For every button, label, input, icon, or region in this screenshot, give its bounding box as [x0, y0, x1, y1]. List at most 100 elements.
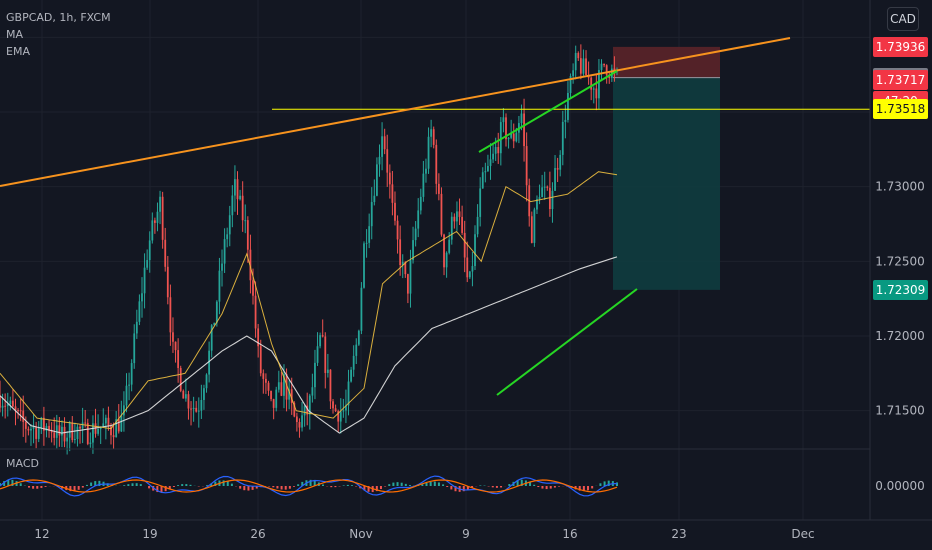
candle-body	[417, 210, 420, 229]
macd-histogram-bar	[90, 482, 93, 486]
macd-line	[0, 475, 618, 497]
channel-lower-line[interactable]	[496, 288, 638, 396]
candle-body	[195, 407, 198, 412]
legend-ema[interactable]: EMA	[6, 43, 111, 60]
legend-symbol[interactable]: GBPCAD, 1h, FXCM	[6, 9, 111, 26]
macd-histogram-bar	[491, 486, 494, 488]
currency-button[interactable]: CAD	[887, 7, 919, 31]
macd-histogram-bar	[131, 483, 134, 486]
candle-body	[254, 295, 257, 329]
macd-histogram-bar	[293, 486, 296, 487]
indicator-lines	[0, 171, 618, 434]
candle-body	[456, 211, 458, 222]
candle-body	[445, 252, 448, 268]
candle-body	[468, 271, 471, 278]
candle-body	[197, 410, 200, 412]
candle-body	[332, 401, 334, 409]
candle-body	[430, 129, 433, 137]
macd-histogram-bar	[247, 486, 250, 491]
candle-body	[592, 88, 595, 90]
candle-body	[190, 408, 192, 410]
candle-body	[128, 384, 130, 386]
macd-histogram-bar	[226, 481, 229, 486]
candle-body	[590, 77, 593, 90]
candle-body	[179, 368, 182, 391]
candle-body	[326, 369, 329, 373]
candle-body	[603, 63, 605, 66]
candle-body	[265, 378, 267, 383]
macd-histogram-bar	[549, 486, 552, 489]
candle-body	[311, 387, 314, 396]
candle-body	[422, 173, 425, 197]
candle-body	[298, 422, 301, 428]
candle-body	[61, 426, 63, 436]
legend-ma[interactable]: MA	[6, 26, 111, 43]
candle-body	[79, 426, 81, 429]
price-tick-label: 1.71500	[875, 404, 925, 418]
macd-histogram-bar	[32, 486, 35, 489]
candle-body	[221, 263, 223, 271]
macd-histogram-bar	[40, 486, 43, 488]
candle-body	[104, 417, 107, 424]
macd-histogram-bar	[123, 485, 126, 486]
macd-histogram-bar	[85, 484, 88, 486]
candle-body	[585, 58, 587, 75]
candle-body	[215, 301, 218, 323]
candle-body	[582, 58, 585, 74]
candle-body	[556, 168, 559, 170]
candle-body	[383, 136, 386, 150]
candle-body	[365, 242, 368, 244]
macd-histogram-bar	[587, 486, 590, 491]
macd-histogram-bar	[284, 486, 287, 490]
candle-body	[406, 274, 409, 294]
candle-body	[66, 437, 69, 442]
stop-loss-zone[interactable]	[613, 46, 720, 78]
candle-body	[448, 239, 451, 253]
candle-body	[543, 186, 546, 188]
macd-histogram-bar	[127, 484, 130, 486]
candle-body	[388, 172, 391, 185]
macd-legend[interactable]: MACD	[6, 457, 39, 470]
candle-body	[146, 260, 149, 268]
macd-histogram-bar	[396, 482, 399, 486]
macd-histogram-bar	[437, 482, 440, 486]
candle-body	[523, 113, 525, 147]
macd-histogram-bar	[541, 486, 544, 489]
candle-body	[303, 405, 306, 416]
candle-body	[135, 321, 138, 334]
candles	[0, 44, 618, 455]
chart-legend: GBPCAD, 1h, FXCM MA EMA	[6, 9, 111, 60]
candle-body	[499, 122, 502, 154]
candle-body	[301, 415, 303, 428]
macd-histogram-bar	[222, 480, 225, 486]
macd-histogram-bar	[537, 486, 540, 488]
macd-histogram-bar	[404, 483, 407, 486]
candle-body	[148, 240, 151, 261]
candle-body	[605, 65, 608, 76]
macd-histogram-bar	[479, 485, 482, 486]
candle-body	[177, 350, 180, 369]
candle-body	[453, 216, 456, 222]
candle-body	[316, 346, 319, 363]
drawings[interactable]	[0, 37, 870, 396]
candle-body	[370, 202, 373, 227]
macd-histogram-bar	[321, 484, 324, 486]
candle-body	[394, 202, 396, 221]
candle-body	[27, 428, 30, 431]
macd-histogram-bar	[44, 486, 47, 487]
candle-body	[497, 147, 500, 154]
candle-body	[218, 270, 221, 302]
candle-body	[156, 211, 159, 223]
candle-body	[507, 137, 510, 140]
candle-body	[223, 239, 226, 264]
macd-histogram-bar	[425, 482, 428, 486]
candle-body	[226, 234, 229, 240]
candle-body	[231, 195, 234, 216]
candle-body	[533, 209, 536, 243]
candle-body	[530, 216, 533, 243]
position-zones[interactable]	[613, 46, 720, 290]
candle-body	[376, 164, 378, 196]
candle-body	[321, 335, 324, 337]
candle-body	[123, 405, 125, 416]
price-chart[interactable]: 1.73000 1.72500 1.72000 1.71500 0.00000 12 19 2…	[0, 0, 932, 550]
